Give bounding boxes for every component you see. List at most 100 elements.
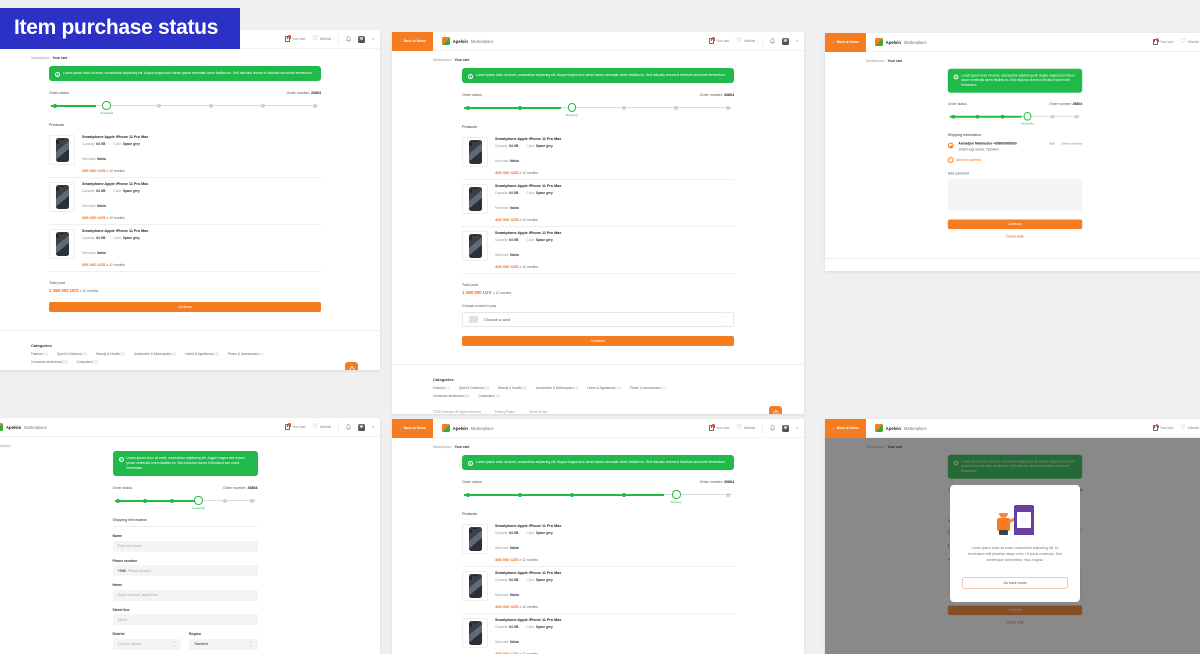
go-back-home-button[interactable]: Go back home [962,577,1068,590]
progress-step[interactable] [514,102,525,112]
progress-step[interactable] [113,495,124,505]
progress-step[interactable] [220,495,231,505]
back-to-home-button[interactable]: ← Back to Home [392,32,433,51]
progress-step[interactable] [139,495,150,505]
bell-icon[interactable] [346,424,352,430]
product-row[interactable]: Smartphone Apple iPhone 11 Pro Max Capac… [49,131,321,179]
wishlist-button[interactable]: ♡ Wishlist [1180,39,1199,45]
progress-step[interactable] [49,100,60,110]
category-link[interactable]: Fashion(21) [31,352,48,356]
category-link[interactable]: Beauty & Health(32) [498,386,527,390]
bell-icon[interactable] [770,38,776,44]
product-row[interactable]: Smartphone Apple iPhone 11 Pro Max Capac… [462,520,734,568]
chevron-down-icon[interactable]: ▾ [372,37,374,41]
continue-button[interactable]: Continue [947,219,1083,229]
district-select[interactable]: Choose district ⌃ ⌄ [112,638,181,650]
category-link[interactable]: Computers(13) [77,360,98,364]
category-link[interactable]: Phone & Accessories(11) [228,352,264,356]
category-link[interactable]: Sport & Outdoors(12) [459,386,489,390]
chat-bag-icon[interactable] [345,362,358,370]
progress-step[interactable] [566,489,577,499]
progress-step[interactable] [1072,111,1083,120]
avatar[interactable] [358,423,366,431]
product-row[interactable]: Smartphone Apple iPhone 11 Pro Max Capac… [49,178,321,226]
product-row[interactable]: Smartphone Apple iPhone 11 Pro Max Capac… [462,180,734,228]
edit-address-link[interactable]: Edit [1050,142,1055,146]
continue-button[interactable]: Continue [462,336,734,347]
progress-step[interactable]: Booking [566,102,577,117]
category-link[interactable]: Home & Appliances(12) [587,386,621,390]
progress-step[interactable] [153,100,164,110]
breadcrumb-home[interactable]: Marketplace [866,59,884,63]
stepper-icon[interactable]: ⌃ ⌄ [724,316,727,323]
breadcrumb-home[interactable]: Marketplace [433,445,451,449]
breadcrumb-home[interactable]: Marketplace [433,58,451,62]
progress-step[interactable] [462,489,473,499]
progress-step[interactable] [514,489,525,499]
continue-button[interactable]: Continue [49,302,321,313]
progress-step[interactable] [258,100,269,110]
phone-input[interactable]: +998 Phone number [112,565,258,577]
wishlist-button[interactable]: ♡ Wishlist [736,38,755,44]
stepper-icon[interactable]: ⌃ ⌄ [173,641,176,648]
cart-button[interactable]: Your cart [709,37,729,44]
breadcrumb-home[interactable]: Marketplace [31,56,49,60]
progress-step[interactable]: Assembly [1021,111,1034,126]
name-input[interactable]: Enter full name [112,540,258,552]
product-row[interactable]: Smartphone Apple iPhone 11 Pro Max Capac… [462,567,734,615]
product-row[interactable]: Smartphone Apple iPhone 11 Pro Max Capac… [462,614,734,654]
chat-bag-icon[interactable] [769,406,782,414]
bell-icon[interactable] [346,36,352,42]
cart-button[interactable]: Your cart [285,423,305,430]
product-row[interactable]: Smartphone Apple iPhone 11 Pro Max Capac… [462,227,734,275]
chevron-down-icon[interactable]: ▾ [372,425,374,429]
chevron-down-icon[interactable]: ▾ [796,39,798,43]
category-link[interactable]: Phone & Accessories(11) [630,386,666,390]
cart-button[interactable]: Your cart [1152,424,1173,431]
chevron-down-icon[interactable]: ▾ [796,426,798,430]
progress-step[interactable] [948,111,959,120]
cancel-order-link[interactable]: Cancel order [948,235,1082,239]
cart-button[interactable]: Your cart [1152,38,1173,45]
category-link[interactable]: Automotive & Motorcycles(11) [134,352,176,356]
delete-address-link[interactable]: Delete address [1062,142,1083,146]
back-to-home-button[interactable]: ← Back to Home [392,419,433,438]
region-select[interactable]: Tashkent ⌃ ⌄ [189,638,258,650]
wishlist-button[interactable]: ♡ Wishlist [736,425,755,431]
avatar[interactable] [782,424,790,432]
progress-step[interactable] [619,489,630,499]
home-input[interactable]: Home number, apartment [112,589,258,601]
cart-button[interactable]: Your cart [285,35,305,42]
progress-step[interactable]: Accepted [100,100,113,115]
wishlist-button[interactable]: ♡ Wishlist [312,36,331,42]
product-row[interactable]: Smartphone Apple iPhone 11 Pro Max Capac… [49,225,321,273]
progress-step[interactable]: Assembly [192,495,205,510]
back-to-home-button[interactable]: ← Back to Home [825,33,866,52]
wishlist-button[interactable]: ♡ Wishlist [1180,425,1199,431]
category-link[interactable]: Consumer electronics(23) [433,394,470,398]
avatar[interactable] [782,37,790,45]
progress-step[interactable] [206,100,217,110]
progress-step[interactable] [310,100,321,110]
comment-textarea[interactable] [947,178,1083,211]
radio-selected-icon[interactable] [947,142,954,149]
category-link[interactable]: Automotive & Motorcycles(11) [536,386,578,390]
brand[interactable]: Apelsin Marketplace [0,423,47,431]
address-row[interactable]: Axmadjon Mahmudov +998900000000 10/80 Ha… [947,142,1083,152]
progress-step[interactable] [1047,111,1058,120]
progress-step[interactable] [671,102,682,112]
progress-step[interactable] [166,495,177,505]
back-to-home-button[interactable]: ← Back to Home [825,419,866,438]
progress-step[interactable] [619,102,630,112]
progress-step[interactable]: Delivery [671,489,682,504]
category-link[interactable]: Beauty & Health(32) [96,352,125,356]
street-input[interactable]: Street [112,614,258,626]
category-link[interactable]: Sport & Outdoors(12) [57,352,87,356]
breadcrumb-home[interactable]: Marketplace [0,444,10,448]
category-link[interactable]: Consumer electronics(23) [31,360,68,364]
terms-link[interactable]: Terms of Use [529,410,548,414]
category-link[interactable]: Computers(13) [479,394,500,398]
progress-step[interactable] [723,102,734,112]
card-select[interactable]: Choose a card ⌃ ⌄ [462,312,734,328]
brand[interactable]: Apelsin Marketplace [874,38,927,46]
